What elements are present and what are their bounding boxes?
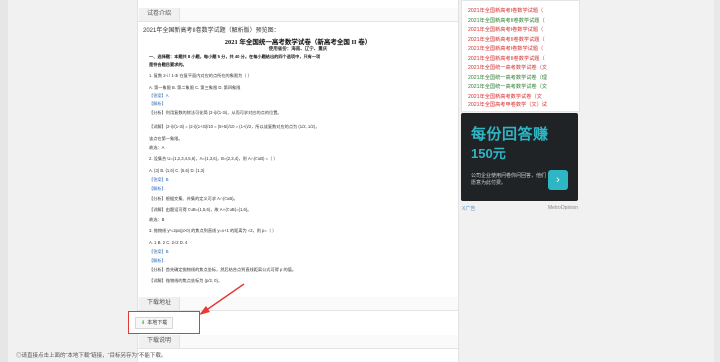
doc-subheading: 使用省份：海南、辽宁、重庆 (268, 46, 328, 51)
doc-line: 3. 抛物线 y²=2px(p>0) 的焦点到直线 y=x+1 的距离为 √2，… (149, 228, 277, 233)
doc-line: A. 第一象限 B. 第二象限 C. 第三象限 D. 第四象限 (149, 85, 241, 90)
related-link[interactable]: 2021年全国新高考II卷数学试题（ (468, 17, 545, 24)
main-content: 试卷介绍 2021年全国新高考II卷数学试题（解析版）预览图： 2021 年全国… (137, 0, 459, 362)
related-links-sidebar: 2021年全国新高考I卷数学试题（ 2021年全国新高考II卷数学试题（ 202… (461, 0, 580, 112)
doc-line: 该点在第一象限。 (149, 136, 183, 141)
ad-title: 每份回答赚 (471, 126, 549, 143)
section-header-download: 下载地址 (138, 297, 458, 311)
doc-line: 故选：B (149, 217, 165, 222)
doc-line: 故选：A (149, 145, 165, 150)
ad-brand-label: MetroOpinion (548, 205, 579, 211)
section-header-intro: 试卷介绍 (138, 8, 458, 22)
section-header-desc: 下载说明 (138, 335, 458, 349)
doc-line: 【解析】 (149, 101, 166, 106)
doc-heading: 2021 年全国统一高考数学试卷（新高考全国 II 卷） (224, 39, 372, 46)
local-download-label: 本地下载 (147, 320, 168, 326)
doc-line: 【分析】利用复数的除法可化简 (2-i)/(1-3i)，从而可求对应的点的位置。 (149, 110, 282, 115)
ad-description: 公司企业使用问卷你问回答，他们愿意为此付费。 (471, 173, 547, 186)
download-icon: ⬇ (141, 320, 146, 326)
related-link[interactable]: 2021年全国新高考I卷数学试题（ (468, 7, 543, 14)
doc-line: 【解析】 (149, 186, 166, 191)
chevron-right-icon[interactable]: › (548, 170, 568, 190)
related-link[interactable]: 2021年全国新高考II卷数学试题（ (468, 55, 545, 62)
doc-preview-title: 2021年全国新高考II卷数学试题（解析版）预览图： (143, 28, 280, 34)
scrollbar[interactable] (714, 0, 720, 362)
advertisement-banner[interactable]: 每份回答赚 150元 公司企业使用问卷你问回答，他们愿意为此付费。 › (461, 113, 578, 201)
download-highlight-box: ⬇ 本地下载 (128, 311, 200, 334)
doc-line: A. 1 B. 2 C. 2√2 D. 4 (149, 240, 188, 245)
ad-close-label[interactable]: X广告 (462, 205, 475, 212)
doc-line: 【详解】由题设可得 ∁uB={1,5,6}，故 A∩(∁uB)={1,6}。 (149, 207, 252, 212)
section-tab-desc: 下载说明 (139, 335, 181, 348)
doc-line: 2. 设集合 U={1,2,3,4,5,6}，A={1,3,6}，B={2,3,… (149, 156, 278, 161)
doc-line: 【解析】 (149, 258, 166, 263)
local-download-button[interactable]: ⬇ 本地下载 (135, 317, 174, 329)
download-instructions: ◎请直接点击上面的“本地下载”链接，“目标另存为”不能下载。 (16, 353, 167, 359)
related-link[interactable]: 2021年全国统一高考数学试卷（文 (468, 64, 547, 71)
related-link[interactable]: 2021年全国统一高考数学试卷（文 (468, 83, 547, 90)
doc-line: 【详解】(2-i)/(1-3i) = (2-i)(1+3i)/10 = (5+5… (149, 124, 320, 129)
doc-line: 【答案】A (149, 93, 169, 98)
related-link[interactable]: 2021年全国新高考I卷数学试题（ (468, 45, 543, 52)
related-link[interactable]: 2021年全国高考甲卷数学（文）试 (468, 101, 547, 108)
section-tab-download: 下载地址 (139, 297, 181, 310)
doc-line: 一、选择题：本题共 8 小题，每小题 5 分，共 40 分。在每小题给出的四个选… (149, 54, 321, 59)
doc-line: 【分析】首先确定抛物线的焦点坐标，然后结合点到直线距离公式可得 p 的值。 (149, 267, 297, 272)
related-link[interactable]: 2021年全国新高考I卷数学试题（ (468, 26, 543, 33)
related-link[interactable]: 2021年全国新高考数学试卷（文 (468, 93, 542, 100)
section-tab-intro: 试卷介绍 (139, 8, 181, 21)
doc-line: 【答案】B (149, 249, 169, 254)
doc-line: 1. 复数 2-i / 1-3i 在复平面内对应的点所在的象限为（ ） (149, 73, 252, 78)
doc-line: 是符合题目要求的。 (149, 62, 187, 67)
doc-line: A. {3} B. {1,6} C. {5,6} D. {1,3} (149, 168, 205, 173)
doc-line: 【分析】根据交集、补集的定义可求 A∩(∁uB)。 (149, 196, 238, 201)
ad-amount: 150元 (471, 146, 506, 161)
related-link[interactable]: 2021年全国新高考II卷数学试题（ (468, 36, 545, 43)
doc-line: 【详解】抛物线的焦点坐标为 (p/2, 0)， (149, 278, 223, 283)
related-link[interactable]: 2021年全国统一高考数学试卷（理 (468, 74, 547, 81)
doc-line: 【答案】B (149, 177, 169, 182)
page-left-margin (0, 0, 8, 362)
